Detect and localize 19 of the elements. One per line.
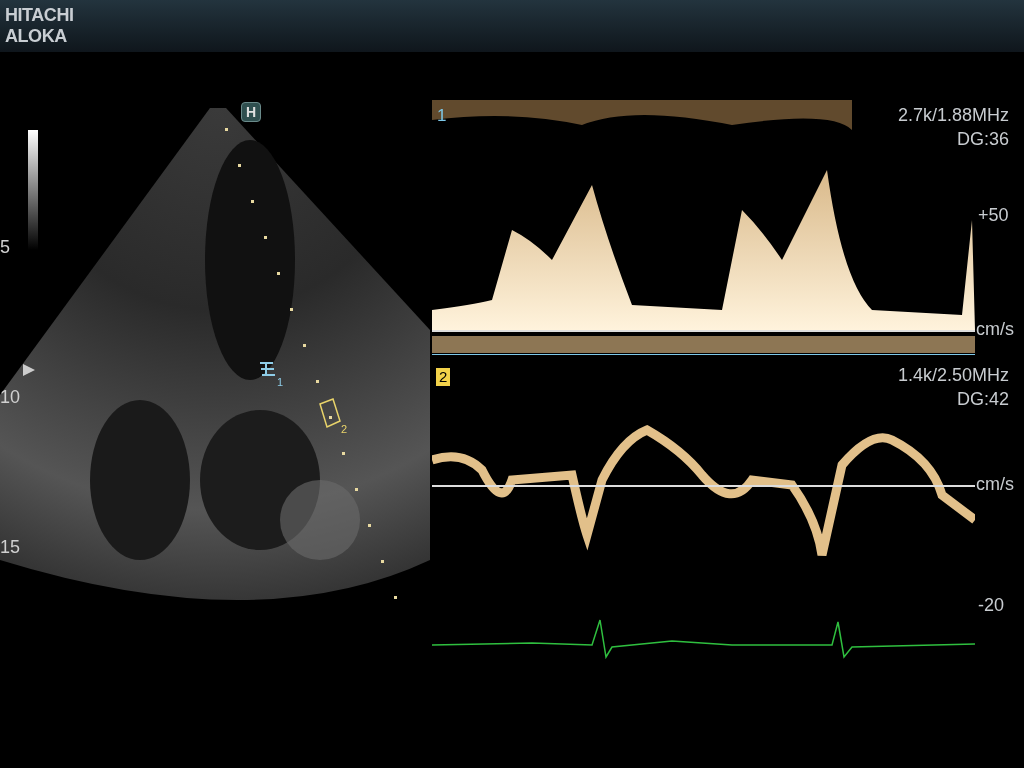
- unit-label: cm/s: [976, 320, 1014, 338]
- focus-marker-icon: [23, 364, 35, 376]
- depth-label: 5: [0, 238, 10, 256]
- doppler-setting: 1.4k/2.50MHz: [897, 364, 1009, 387]
- cursor-label: 1: [277, 377, 284, 388]
- trace-index-badge: 2: [436, 368, 451, 386]
- doppler-setting: 2.7k/1.88MHz: [897, 104, 1009, 127]
- probe-mark: H: [241, 102, 261, 122]
- scale-label: -20: [978, 596, 1004, 614]
- unit-label: cm/s: [976, 475, 1014, 493]
- doppler-setting: DG:42: [956, 388, 1009, 411]
- doppler-setting: DG:36: [956, 128, 1009, 151]
- depth-label: 10: [0, 388, 21, 406]
- depth-label: 15: [0, 538, 21, 556]
- brand-logo-text: HITACHI: [5, 5, 75, 26]
- scale-label: +50: [978, 206, 1009, 224]
- brand-logo-text: ALOKA: [5, 26, 68, 47]
- cursor-label: 2: [341, 424, 348, 435]
- trace-index: 1: [437, 107, 447, 124]
